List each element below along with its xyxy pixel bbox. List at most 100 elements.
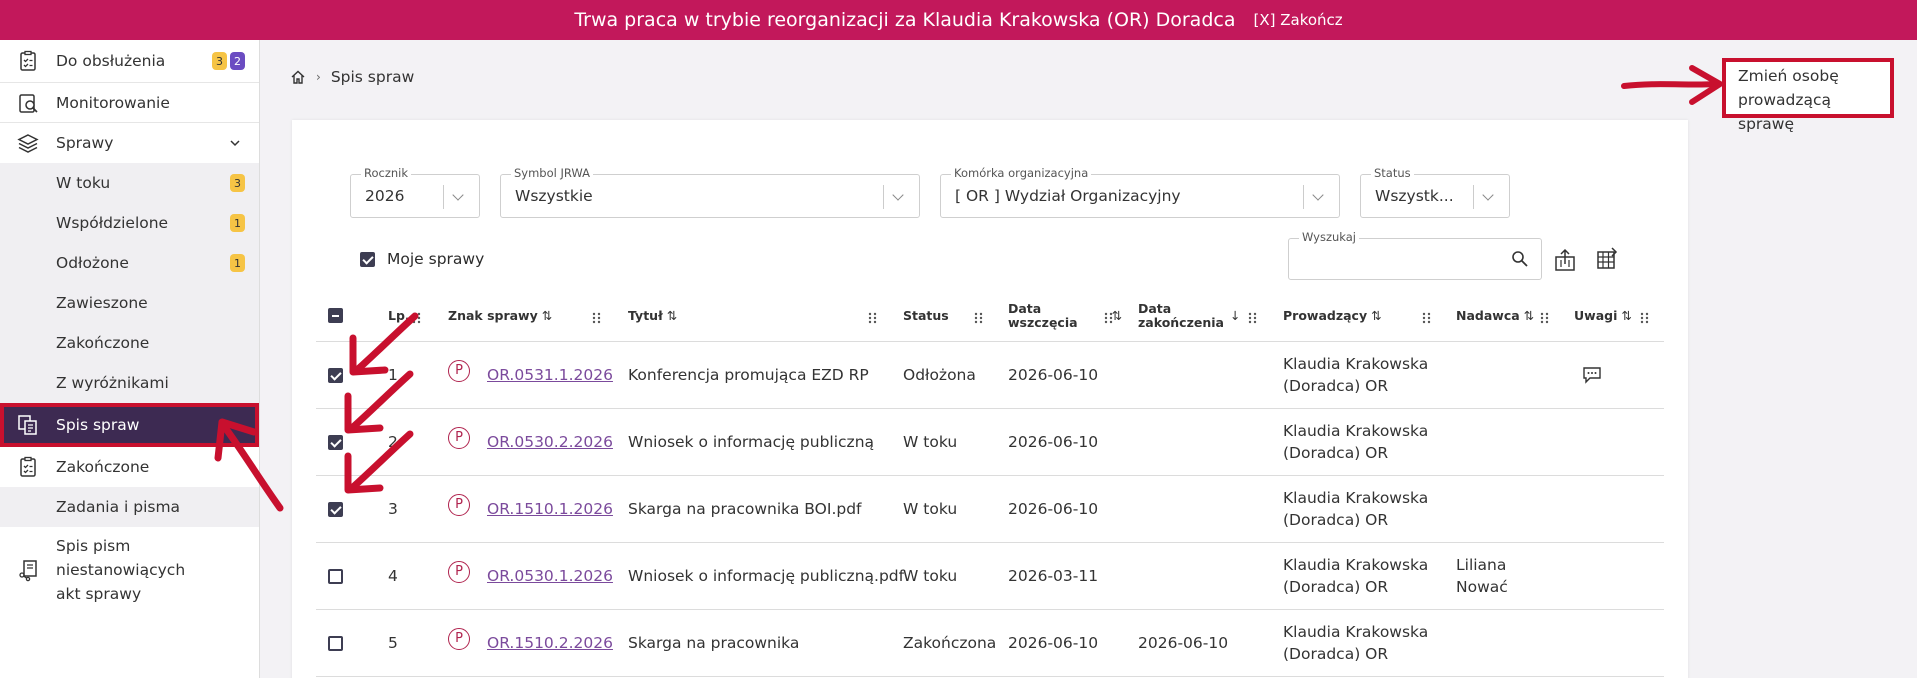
clipboard-icon: [20, 50, 36, 71]
sort-desc-icon[interactable]: ↓: [1230, 309, 1240, 323]
cell-status: W toku: [903, 432, 958, 451]
column-drag-handle-icon[interactable]: [1422, 312, 1432, 324]
select-all-checkbox[interactable]: [328, 308, 343, 323]
row-checkbox[interactable]: [328, 635, 343, 651]
search-icon[interactable]: [1511, 250, 1529, 268]
count-badge: 3: [212, 52, 227, 70]
row-checkbox[interactable]: [328, 501, 343, 517]
sidebar-item-zawieszone[interactable]: Zawieszone: [0, 283, 259, 323]
row-divider: [316, 676, 1664, 677]
paper-case-icon: P: [448, 493, 470, 516]
row-checkbox[interactable]: [328, 568, 343, 584]
search-input[interactable]: Wyszukaj: [1288, 230, 1542, 280]
case-number-link[interactable]: OR.0530.2.2026: [487, 431, 613, 453]
moje-sprawy-checkbox[interactable]: Moje sprawy: [360, 250, 484, 268]
column-uwagi[interactable]: Uwagi ⇅: [1574, 296, 1632, 336]
column-tytul[interactable]: Tytuł ⇅: [628, 296, 677, 336]
column-drag-handle-icon[interactable]: [412, 312, 422, 324]
sidebar-item-wspoldzielone[interactable]: Współdzielone 1: [0, 203, 259, 243]
column-drag-handle-icon[interactable]: [1640, 312, 1650, 324]
sidebar-item-label: Współdzielone: [56, 214, 169, 232]
sort-icon[interactable]: ⇅: [542, 309, 552, 323]
end-reorganization-button[interactable]: [X] Zakończ: [1253, 11, 1342, 29]
sort-icon[interactable]: ⇅: [1524, 309, 1534, 323]
banner-text: Trwa praca w trybie reorganizacji za Kla…: [574, 9, 1236, 31]
sidebar-item-do-obsluzenia[interactable]: Do obsłużenia 32: [0, 40, 259, 83]
sidebar-item-label: Monitorowanie: [56, 93, 170, 112]
sidebar-item-label: Zakończone: [56, 334, 150, 352]
case-number-link[interactable]: OR.1510.1.2026: [487, 498, 613, 520]
export-icon[interactable]: [1552, 248, 1578, 274]
cell-data-wszczecia: 2026-06-10: [1008, 499, 1099, 518]
cell-status: W toku: [903, 499, 958, 518]
chevron-down-icon: [1303, 185, 1329, 209]
checkbox[interactable]: [360, 251, 375, 267]
header-divider: [316, 341, 1664, 342]
column-status[interactable]: Status: [903, 296, 949, 336]
chevron-down-icon[interactable]: [229, 137, 241, 149]
field-label: Komórka organizacyjna: [951, 166, 1092, 180]
column-data-zakonczenia[interactable]: Data zakończenia ↓: [1138, 296, 1240, 336]
field-label: Status: [1371, 166, 1414, 180]
row-checkbox[interactable]: [328, 434, 343, 450]
symbol-jrwa-select[interactable]: Symbol JRWA Wszystkie: [500, 166, 920, 218]
chevron-down-icon: [1473, 185, 1499, 209]
sort-icon[interactable]: ⇅: [1621, 309, 1631, 323]
column-drag-handle-icon[interactable]: [1540, 312, 1550, 324]
column-prowadzacy[interactable]: Prowadzący ⇅: [1283, 296, 1382, 336]
sidebar-item-label: Zakończone: [56, 458, 150, 476]
row-divider: [316, 475, 1664, 476]
case-number-link[interactable]: OR.0530.1.2026: [487, 565, 613, 587]
home-icon[interactable]: [290, 69, 306, 85]
cell-lp: 1: [388, 365, 398, 384]
case-number-link[interactable]: OR.1510.2.2026: [487, 632, 613, 654]
sidebar-item-w-toku[interactable]: W toku 3: [0, 163, 259, 203]
status-select[interactable]: Status Wszystk...: [1360, 166, 1510, 218]
cell-lp: 2: [388, 432, 398, 451]
count-badge: 2: [230, 52, 245, 70]
case-number-link[interactable]: OR.0531.1.2026: [487, 364, 613, 386]
column-znak-sprawy[interactable]: Znak sprawy ⇅: [448, 296, 552, 336]
column-lp[interactable]: Lp.: [388, 296, 410, 336]
column-drag-handle-icon[interactable]: [868, 312, 878, 324]
sidebar-item-zadania-i-pisma[interactable]: Zadania i pisma: [0, 487, 259, 527]
paper-case-icon: P: [448, 426, 470, 449]
change-responsible-person-button[interactable]: Zmień osobę prowadzącą sprawę: [1722, 58, 1894, 133]
sidebar-item-spis-spraw[interactable]: Spis spraw: [0, 403, 259, 447]
breadcrumb-current: Spis spraw: [330, 68, 415, 86]
column-drag-handle-icon[interactable]: [1104, 312, 1114, 324]
cell-tytul: Konferencja promująca EZD RP: [628, 365, 869, 384]
sidebar-item-label: Z wyróżnikami: [56, 374, 169, 392]
sidebar-item-spis-pism[interactable]: Spis pism niestanowiących akt sprawy: [0, 527, 185, 613]
field-value: Wszystk...: [1375, 187, 1454, 205]
sidebar-item-odlozone[interactable]: Odłożone 1: [0, 243, 259, 283]
table-settings-icon[interactable]: [1594, 246, 1620, 272]
column-nadawca[interactable]: Nadawca ⇅: [1456, 296, 1534, 336]
cell-nadawca: Liliana Nować: [1456, 555, 1508, 596]
sidebar-item-label: Zadania i pisma: [56, 498, 181, 516]
count-badge: 1: [230, 214, 245, 232]
row-checkbox[interactable]: [328, 367, 343, 383]
count-badge: 3: [230, 174, 245, 192]
breadcrumb-separator: ›: [316, 70, 321, 84]
cell-prowadzacy: Klaudia Krakowska (Doradca) OR: [1283, 488, 1429, 529]
rocznik-select[interactable]: Rocznik 2026: [350, 166, 480, 218]
comment-icon[interactable]: [1582, 366, 1602, 384]
sidebar-item-zakonczone[interactable]: Zakończone: [0, 447, 259, 487]
sidebar-item-z-wyroznikami[interactable]: Z wyróżnikami: [0, 363, 259, 403]
sidebar: Do obsłużenia 32 Monitorowanie Sprawy W …: [0, 40, 260, 678]
row-divider: [316, 609, 1664, 610]
sidebar-item-sprawy[interactable]: Sprawy: [0, 123, 259, 163]
sidebar-item-monitorowanie[interactable]: Monitorowanie: [0, 83, 259, 123]
sidebar-item-zakonczone-sub[interactable]: Zakończone: [0, 323, 259, 363]
clipboard-check-icon: [20, 456, 36, 477]
sort-icon[interactable]: ⇅: [1371, 309, 1381, 323]
column-drag-handle-icon[interactable]: [592, 312, 602, 324]
cell-data-zakonczenia: 2026-06-10: [1138, 633, 1229, 652]
sort-icon[interactable]: ⇅: [667, 309, 677, 323]
komorka-select[interactable]: Komórka organizacyjna [ OR ] Wydział Org…: [940, 166, 1340, 218]
sidebar-item-label: Spis pism niestanowiących akt sprawy: [56, 537, 186, 603]
breadcrumb: › Spis spraw: [290, 68, 414, 86]
column-drag-handle-icon[interactable]: [974, 312, 984, 324]
column-drag-handle-icon[interactable]: [1248, 312, 1258, 324]
